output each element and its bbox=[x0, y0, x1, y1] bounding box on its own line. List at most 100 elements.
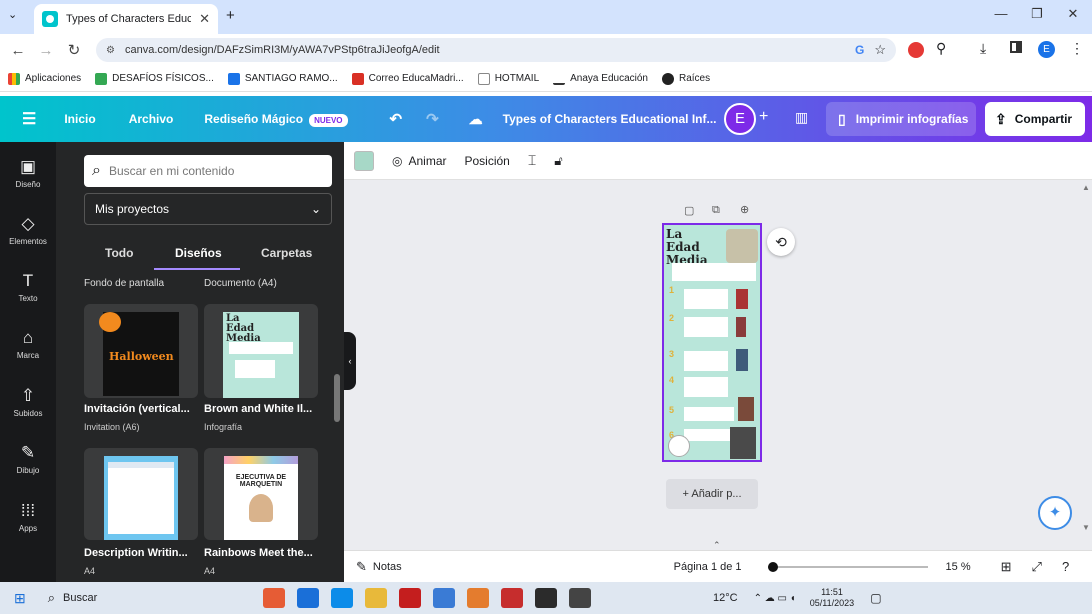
tab-list-icon[interactable]: ⌄ bbox=[8, 8, 17, 21]
hamburger-menu-icon[interactable]: ☰ bbox=[22, 109, 36, 129]
app-icon[interactable] bbox=[467, 588, 490, 608]
noble-illustration[interactable] bbox=[736, 349, 748, 371]
projects-dropdown[interactable]: Mis proyectos ⌄ bbox=[84, 193, 332, 225]
add-page-button[interactable]: + Añadir p... bbox=[666, 479, 758, 509]
app-icon[interactable] bbox=[501, 588, 524, 608]
tray-icons[interactable]: ⌃ ☁ ▭ ◖ bbox=[754, 593, 796, 604]
bookmark-hotmail[interactable]: HOTMAIL bbox=[477, 72, 539, 85]
add-page-icon[interactable]: ⊕ bbox=[740, 203, 749, 216]
rail-text[interactable]: T Texto bbox=[0, 271, 56, 303]
bookmark-anaya[interactable]: Anaya Educación bbox=[553, 72, 648, 85]
extensions-icon[interactable]: ⚲ bbox=[936, 40, 946, 57]
intro-text-box[interactable] bbox=[672, 263, 756, 281]
rail-design[interactable]: ▣ Diseño bbox=[0, 157, 56, 189]
address-bar[interactable]: ⚙ canva.com/design/DAFzSimRI3M/yAWA7vPSt… bbox=[96, 38, 896, 62]
analytics-icon[interactable]: ▥ bbox=[795, 109, 808, 126]
profile-avatar-icon[interactable]: E bbox=[1038, 41, 1055, 58]
zoom-handle[interactable] bbox=[767, 561, 778, 572]
app-icon[interactable] bbox=[535, 588, 558, 608]
tab-disenos[interactable]: Diseños bbox=[175, 246, 222, 260]
bookmark-correo[interactable]: Correo EducaMadri... bbox=[351, 72, 464, 85]
files-app-icon[interactable] bbox=[365, 588, 388, 608]
figure-illustration[interactable] bbox=[736, 317, 746, 337]
section-text-box[interactable] bbox=[684, 317, 728, 337]
add-collaborator-icon[interactable]: + bbox=[759, 108, 768, 126]
undo-icon[interactable]: ↶ bbox=[390, 110, 403, 128]
browser-tab[interactable]: Types of Characters Education ✕ bbox=[34, 4, 218, 34]
refresh-comment-icon[interactable]: ⟲ bbox=[767, 228, 795, 256]
notifications-icon[interactable]: ▢ bbox=[870, 591, 881, 605]
knight-illustration[interactable] bbox=[736, 289, 748, 309]
extension-abp-icon[interactable] bbox=[908, 42, 924, 58]
castle-illustration[interactable] bbox=[726, 229, 758, 263]
menu-archivo[interactable]: Archivo bbox=[129, 112, 174, 126]
minimize-icon[interactable]: — bbox=[986, 6, 1016, 21]
lock-icon[interactable]: 🔓︎ bbox=[554, 153, 562, 169]
grid-view-icon[interactable]: ⊞ bbox=[1001, 559, 1012, 575]
church-illustration[interactable] bbox=[668, 435, 690, 457]
rail-draw[interactable]: ✎ Dibujo bbox=[0, 443, 56, 475]
close-window-icon[interactable]: ✕ bbox=[1058, 6, 1088, 22]
building-illustration[interactable] bbox=[738, 397, 754, 421]
sidepanel-icon[interactable] bbox=[1010, 41, 1022, 53]
site-info-icon[interactable]: ⚙ bbox=[106, 45, 115, 56]
edge-app-icon[interactable] bbox=[331, 588, 354, 608]
rail-brand[interactable]: ⌂ Marca bbox=[0, 328, 56, 360]
animate-button[interactable]: ◎ Animar bbox=[392, 154, 447, 168]
more-menu-icon[interactable]: ⋮ bbox=[1070, 40, 1084, 57]
page-title[interactable]: La Edad Media bbox=[666, 228, 720, 267]
design-page[interactable]: La Edad Media 1 2 3 4 5 6 bbox=[662, 223, 762, 462]
bookmark-star-icon[interactable]: ☆ bbox=[874, 42, 886, 58]
design-card-thumbnail[interactable]: EJECUTIVA DE MARQUETIN bbox=[204, 448, 318, 540]
tab-todo[interactable]: Todo bbox=[105, 246, 133, 260]
notes-icon[interactable]: ✎ bbox=[356, 559, 367, 575]
design-card-thumbnail[interactable]: La Edad Media bbox=[204, 304, 318, 398]
position-button[interactable]: Posición bbox=[465, 154, 510, 168]
rail-apps[interactable]: ⁞⁞⁞ Apps bbox=[0, 501, 56, 533]
card-title[interactable]: Brown and White Il... bbox=[204, 403, 318, 415]
document-title[interactable]: Types of Characters Educational Inf... bbox=[503, 112, 717, 126]
print-infographics-button[interactable]: ▯ Imprimir infografías bbox=[826, 102, 976, 136]
card-title[interactable]: Rainbows Meet the... bbox=[204, 547, 318, 559]
cathedral-illustration[interactable] bbox=[730, 427, 756, 459]
rail-elements[interactable]: ◇ Elementos bbox=[0, 214, 56, 246]
clock[interactable]: 11:51 05/11/2023 bbox=[810, 587, 854, 609]
card-title[interactable]: Invitación (vertical... bbox=[84, 403, 198, 415]
back-icon[interactable]: ← bbox=[4, 42, 32, 59]
taskbar-search[interactable]: Buscar bbox=[63, 592, 263, 604]
search-icon[interactable]: ⌕ bbox=[48, 590, 55, 606]
bookmark-raices[interactable]: Raíces bbox=[661, 72, 710, 85]
page-indicator[interactable]: Página 1 de 1 bbox=[674, 561, 742, 573]
collaborator-avatar[interactable]: E bbox=[724, 103, 756, 135]
magic-assistant-icon[interactable]: ✦ bbox=[1038, 496, 1072, 530]
scroll-down-icon[interactable]: ▼ bbox=[1082, 523, 1090, 532]
duplicate-page-icon[interactable]: ⧉ bbox=[712, 204, 720, 217]
scroll-up-icon[interactable]: ▲ bbox=[1082, 183, 1090, 192]
share-button[interactable]: ⇪ Compartir bbox=[985, 102, 1085, 136]
google-lens-icon[interactable]: G bbox=[855, 43, 864, 57]
background-color-swatch[interactable] bbox=[354, 150, 374, 171]
search-input[interactable]: ⌕ Buscar en mi contenido bbox=[84, 155, 332, 187]
fullscreen-icon[interactable]: ⤢ bbox=[1032, 559, 1042, 575]
section-text-box[interactable] bbox=[684, 289, 728, 309]
windows-start-icon[interactable]: ⊞ bbox=[14, 590, 26, 607]
zoom-slider[interactable] bbox=[767, 561, 928, 573]
forward-icon[interactable]: → bbox=[32, 42, 60, 59]
panel-scrollbar[interactable] bbox=[334, 374, 340, 422]
app-icon[interactable] bbox=[569, 588, 592, 608]
new-tab-icon[interactable]: + bbox=[226, 7, 235, 24]
zoom-value[interactable]: 15 % bbox=[946, 561, 971, 573]
chrome-app-icon[interactable] bbox=[263, 588, 286, 608]
rail-uploads[interactable]: ⇧ Subidos bbox=[0, 386, 56, 418]
style-paint-icon[interactable]: ⌶ bbox=[528, 152, 536, 169]
store-app-icon[interactable] bbox=[433, 588, 456, 608]
menu-inicio[interactable]: Inicio bbox=[64, 112, 95, 126]
close-tab-icon[interactable]: ✕ bbox=[199, 11, 210, 27]
reload-icon[interactable]: ↻ bbox=[60, 41, 88, 59]
lock-page-icon[interactable]: ▢ bbox=[684, 204, 694, 217]
bookmark-santiago[interactable]: SANTIAGO RAMO... bbox=[227, 72, 338, 85]
tab-carpetas[interactable]: Carpetas bbox=[261, 246, 312, 260]
bookmark-desafios[interactable]: DESAFÍOS FÍSICOS... bbox=[95, 72, 214, 85]
card-title[interactable]: Description Writin... bbox=[84, 547, 198, 559]
collapse-panel-handle[interactable]: ‹ bbox=[344, 332, 356, 390]
